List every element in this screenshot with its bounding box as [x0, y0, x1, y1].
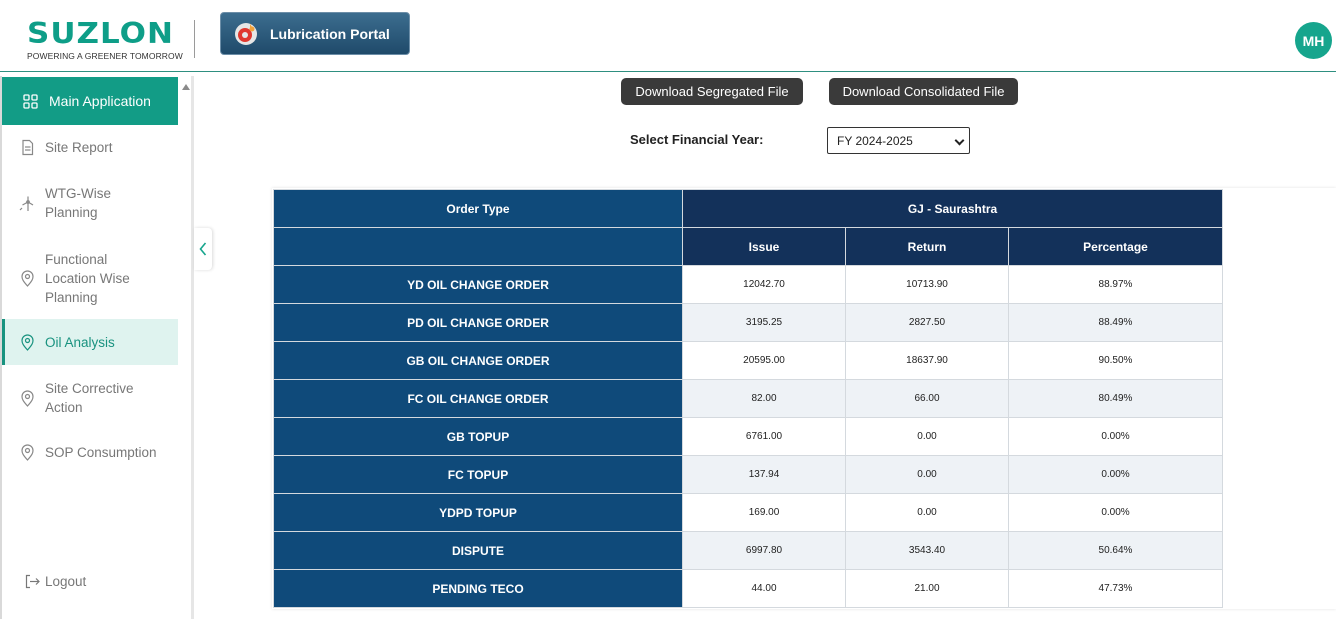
- wind-turbine-icon: [19, 195, 36, 212]
- return-cell: 0.00: [845, 417, 1009, 456]
- table-row: PENDING TECO 44.00 21.00 47.73%: [273, 569, 1223, 608]
- oil-analysis-table: Order Type GJ - Saurashtra Issue Return …: [273, 189, 1223, 608]
- return-cell: 3543.40: [845, 531, 1009, 570]
- percentage-column-header: Percentage: [1008, 227, 1223, 266]
- issue-cell: 12042.70: [682, 265, 846, 304]
- chevron-down-icon: [954, 135, 965, 146]
- return-cell: 21.00: [845, 569, 1009, 608]
- order-type-cell: FC TOPUP: [273, 455, 683, 494]
- location-pin-icon: [19, 333, 36, 351]
- sidebar-item-oil-analysis[interactable]: Oil Analysis: [2, 319, 178, 365]
- sidebar-item-label: Functional Location Wise Planning: [45, 251, 130, 305]
- grid-icon: [22, 93, 39, 110]
- issue-column-header: Issue: [682, 227, 846, 266]
- suzlon-logo[interactable]: SUZLON POWERING A GREENER TOMORROW: [27, 17, 183, 61]
- table-row: GB TOPUP 6761.00 0.00 0.00%: [273, 417, 1223, 456]
- gear-oil-icon: [233, 21, 259, 47]
- percentage-cell: 0.00%: [1008, 417, 1223, 456]
- region-header: GJ - Saurashtra: [682, 189, 1223, 228]
- oil-analysis-table-container: Order Type GJ - Saurashtra Issue Return …: [272, 188, 1336, 609]
- table-body: YD OIL CHANGE ORDER 12042.70 10713.90 88.97…: [273, 265, 1223, 608]
- issue-cell: 44.00: [682, 569, 846, 608]
- return-column-header: Return: [845, 227, 1009, 266]
- table-row: FC TOPUP 137.94 0.00 0.00%: [273, 455, 1223, 494]
- header-divider: [194, 20, 195, 58]
- sidebar-main-application[interactable]: Main Application: [2, 77, 178, 125]
- percentage-cell: 90.50%: [1008, 341, 1223, 380]
- brand-name: SUZLON: [27, 17, 174, 51]
- table-row: FC OIL CHANGE ORDER 82.00 66.00 80.49%: [273, 379, 1223, 418]
- order-type-cell: DISPUTE: [273, 531, 683, 570]
- sidebar-item-wtg-wise-planning[interactable]: WTG-Wise Planning: [2, 182, 178, 224]
- sidebar-item-site-report[interactable]: Site Report: [2, 132, 178, 162]
- financial-year-value: FY 2024-2025: [837, 133, 913, 148]
- sidebar-item-site-corrective-action[interactable]: Site Corrective Action: [2, 377, 178, 419]
- sidebar-main-label: Main Application: [49, 93, 151, 109]
- order-type-cell: PENDING TECO: [273, 569, 683, 608]
- sidebar-item-label: WTG-Wise Planning: [45, 186, 111, 220]
- percentage-cell: 50.64%: [1008, 531, 1223, 570]
- issue-cell: 6997.80: [682, 531, 846, 570]
- order-type-cell: YDPD TOPUP: [273, 493, 683, 532]
- sidebar-item-label: SOP Consumption: [45, 444, 157, 460]
- table-row: YDPD TOPUP 169.00 0.00 0.00%: [273, 493, 1223, 532]
- table-row: DISPUTE 6997.80 3543.40 50.64%: [273, 531, 1223, 570]
- percentage-cell: 88.97%: [1008, 265, 1223, 304]
- order-type-cell: GB OIL CHANGE ORDER: [273, 341, 683, 380]
- return-cell: 66.00: [845, 379, 1009, 418]
- logout-button[interactable]: Logout: [24, 573, 86, 590]
- sidebar-item-label: Site Corrective Action: [45, 381, 134, 415]
- sidebar-collapse-chevron-left-icon[interactable]: [194, 228, 212, 270]
- table-row: GB OIL CHANGE ORDER 20595.00 18637.90 90.50…: [273, 341, 1223, 380]
- financial-year-select[interactable]: FY 2024-2025: [827, 127, 970, 154]
- location-pin-icon: [19, 269, 36, 287]
- scroll-up-arrow-icon[interactable]: [182, 84, 190, 90]
- issue-cell: 6761.00: [682, 417, 846, 456]
- order-type-cell: PD OIL CHANGE ORDER: [273, 303, 683, 342]
- order-type-subheader: [273, 227, 683, 266]
- percentage-cell: 0.00%: [1008, 455, 1223, 494]
- sidebar-item-label: Site Report: [45, 139, 113, 155]
- table-row: YD OIL CHANGE ORDER 12042.70 10713.90 88.97…: [273, 265, 1223, 304]
- download-segregated-button[interactable]: Download Segregated File: [621, 78, 803, 105]
- sidebar-item-sop-consumption[interactable]: SOP Consumption: [2, 440, 178, 464]
- sidebar-item-functional-location[interactable]: Functional Location Wise Planning: [2, 248, 178, 308]
- return-cell: 2827.50: [845, 303, 1009, 342]
- return-cell: 0.00: [845, 493, 1009, 532]
- user-avatar[interactable]: MH: [1295, 22, 1332, 59]
- return-cell: 10713.90: [845, 265, 1009, 304]
- table-row: PD OIL CHANGE ORDER 3195.25 2827.50 88.49%: [273, 303, 1223, 342]
- issue-cell: 82.00: [682, 379, 846, 418]
- issue-cell: 20595.00: [682, 341, 846, 380]
- order-type-cell: FC OIL CHANGE ORDER: [273, 379, 683, 418]
- logout-label: Logout: [45, 574, 87, 589]
- percentage-cell: 88.49%: [1008, 303, 1223, 342]
- sidebar: Main Application Site Report WTG-Wise Pl…: [0, 76, 194, 619]
- portal-title: Lubrication Portal: [270, 25, 390, 42]
- portal-badge[interactable]: Lubrication Portal: [220, 12, 410, 55]
- percentage-cell: 47.73%: [1008, 569, 1223, 608]
- issue-cell: 3195.25: [682, 303, 846, 342]
- percentage-cell: 80.49%: [1008, 379, 1223, 418]
- sidebar-item-label: Oil Analysis: [45, 334, 115, 350]
- location-pin-icon: [19, 389, 36, 407]
- return-cell: 18637.90: [845, 341, 1009, 380]
- order-type-header: Order Type: [273, 189, 683, 228]
- app-header: SUZLON POWERING A GREENER TOMORROW Lubri…: [0, 0, 1336, 72]
- location-pin-icon: [19, 443, 36, 461]
- return-cell: 0.00: [845, 455, 1009, 494]
- financial-year-label: Select Financial Year:: [630, 132, 764, 147]
- percentage-cell: 0.00%: [1008, 493, 1223, 532]
- brand-tagline: POWERING A GREENER TOMORROW: [27, 51, 183, 61]
- order-type-cell: YD OIL CHANGE ORDER: [273, 265, 683, 304]
- issue-cell: 169.00: [682, 493, 846, 532]
- order-type-cell: GB TOPUP: [273, 417, 683, 456]
- logout-icon: [24, 573, 41, 590]
- document-icon: [19, 139, 36, 156]
- issue-cell: 137.94: [682, 455, 846, 494]
- download-consolidated-button[interactable]: Download Consolidated File: [829, 78, 1018, 105]
